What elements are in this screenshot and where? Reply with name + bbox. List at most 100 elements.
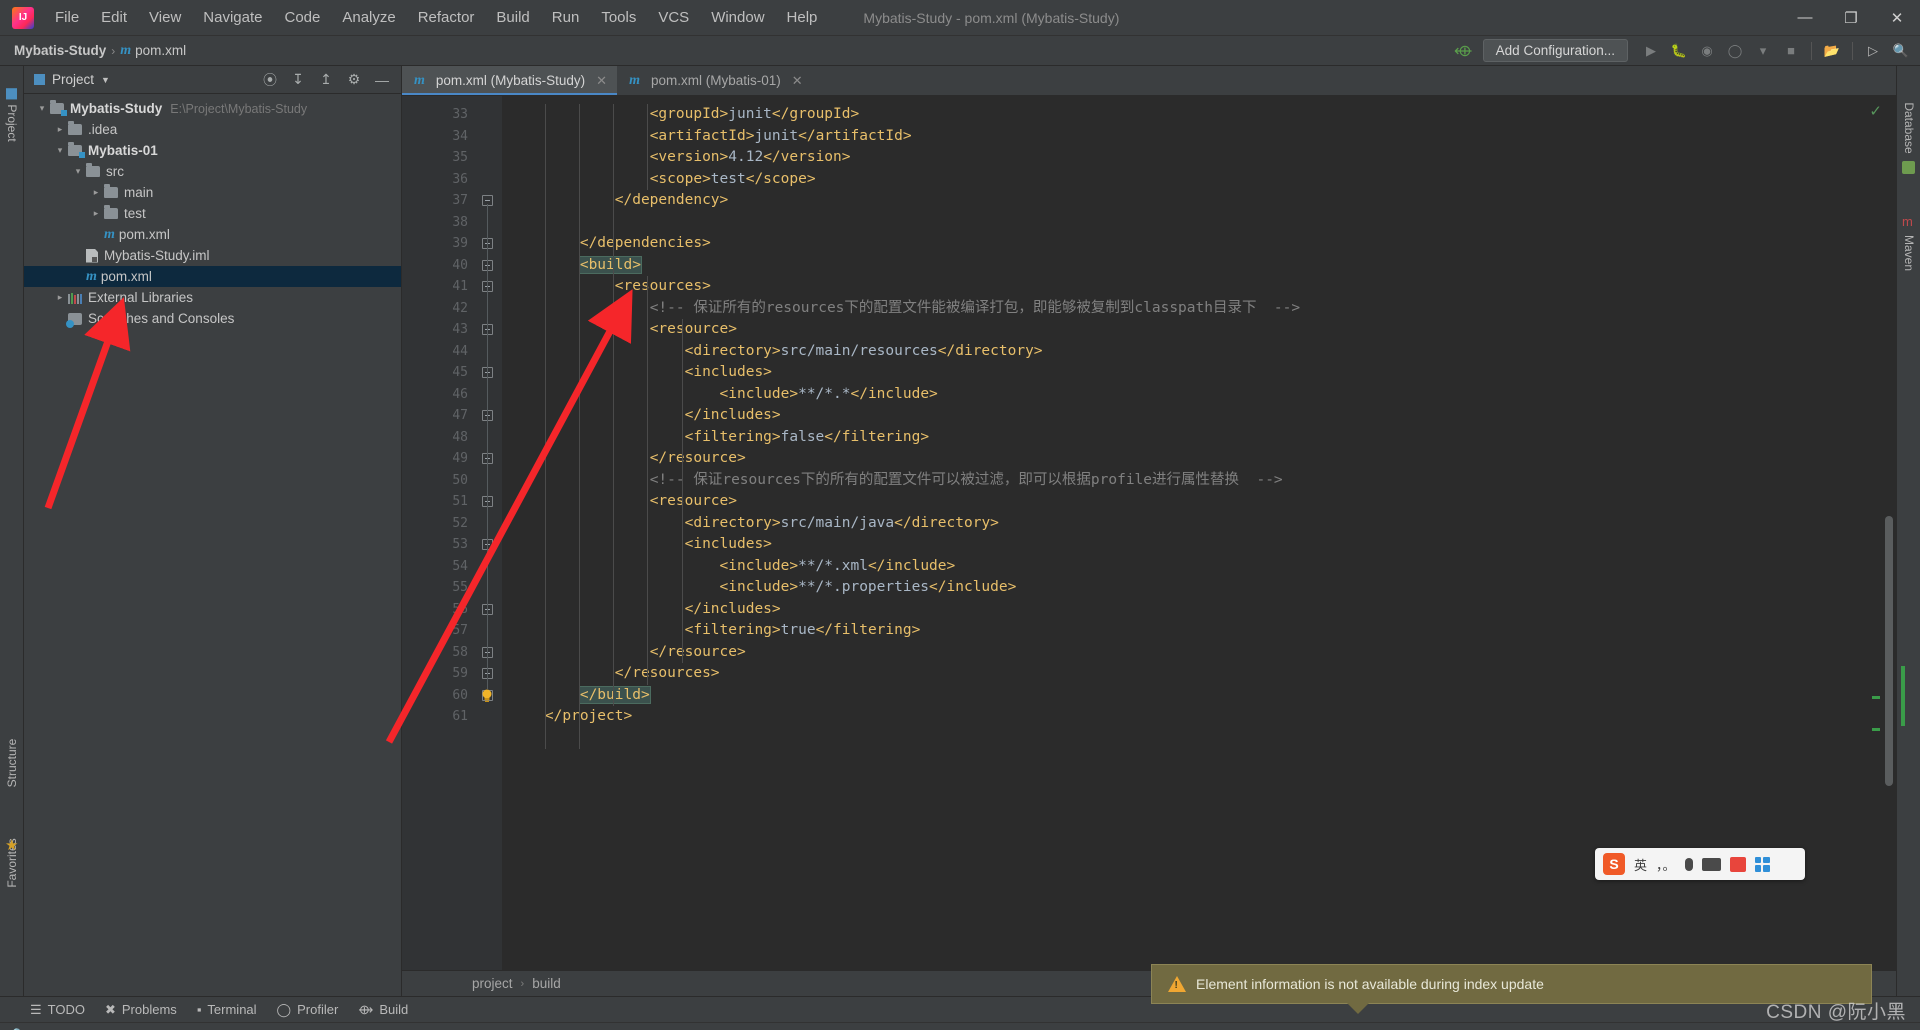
search-everywhere-icon[interactable]: 🔍: [1888, 39, 1914, 63]
breadcrumb-item-project[interactable]: project: [472, 976, 513, 991]
menu-file[interactable]: File: [44, 5, 90, 30]
line-number: 36: [452, 171, 468, 187]
editor-tab-1[interactable]: m pom.xml (Mybatis-01) ✕: [617, 66, 813, 95]
chevron-down-icon[interactable]: ▼: [101, 75, 110, 85]
navbar-actions: ⟴ Add Configuration... ▶ 🐛 ◉ ◯ ▾ ■ 📂 ▷ 🔍: [1446, 39, 1914, 63]
chevron-right-icon[interactable]: ▸: [88, 187, 104, 198]
menu-refactor[interactable]: Refactor: [407, 5, 486, 30]
error-stripe-marker[interactable]: [1872, 696, 1880, 699]
chevron-down-icon[interactable]: ▾: [1750, 39, 1776, 63]
menu-edit[interactable]: Edit: [90, 5, 138, 30]
editor-scrollbar[interactable]: [1872, 96, 1896, 970]
close-button[interactable]: ✕: [1874, 0, 1920, 36]
tree-node-label: Mybatis-Study.iml: [104, 248, 210, 263]
menu-build[interactable]: Build: [485, 5, 540, 30]
keyboard-icon[interactable]: [1701, 857, 1721, 871]
project-tree[interactable]: ▾ Mybatis-Study E:\Project\Mybatis-Study ▸.…: [24, 94, 401, 996]
tree-node-pom-xml[interactable]: m pom.xml: [24, 224, 401, 245]
tree-node-mybatis-study[interactable]: ▾ Mybatis-Study E:\Project\Mybatis-Study: [24, 98, 401, 119]
tree-node-external-libraries[interactable]: ▸ External Libraries: [24, 287, 401, 308]
tool-button-build[interactable]: ⟴ Build: [358, 1002, 408, 1018]
breadcrumb-project[interactable]: Mybatis-Study: [14, 43, 106, 58]
project-panel-title: Project: [52, 72, 95, 87]
menu-tools[interactable]: Tools: [590, 5, 647, 30]
tool-tab-database[interactable]: Database: [1902, 102, 1916, 153]
close-tab-icon[interactable]: ✕: [596, 73, 607, 89]
code-line: </dependency>: [614, 192, 729, 208]
editor-tab-0[interactable]: m pom.xml (Mybatis-Study) ✕: [402, 66, 618, 95]
tool-tab-project[interactable]: Project: [5, 88, 19, 142]
add-configuration-button[interactable]: Add Configuration...: [1482, 39, 1628, 62]
chevron-right-icon[interactable]: ▸: [52, 292, 68, 303]
tree-node-main[interactable]: ▸ main: [24, 182, 401, 203]
tool-button-profiler[interactable]: ◯ Profiler: [277, 1002, 339, 1018]
inspection-status-icon[interactable]: ✓: [1869, 102, 1882, 120]
project-structure-icon[interactable]: 📂: [1819, 39, 1845, 63]
code-line: </dependencies>: [579, 235, 711, 251]
debug-icon[interactable]: 🐛: [1666, 39, 1692, 63]
line-number: 59: [452, 666, 468, 681]
gift-icon[interactable]: [1729, 856, 1746, 872]
maximize-button[interactable]: ❐: [1828, 0, 1874, 36]
microphone-icon[interactable]: [1684, 857, 1693, 871]
error-stripe-marker[interactable]: [1872, 728, 1880, 731]
tree-node-pom-xml[interactable]: m pom.xml: [24, 266, 401, 287]
locate-icon[interactable]: ⦿: [257, 68, 283, 92]
tool-button-problems[interactable]: ✖ Problems: [105, 1002, 177, 1018]
chevron-down-icon[interactable]: ▾: [70, 166, 86, 177]
ime-language-label[interactable]: 英: [1634, 855, 1647, 874]
line-number: 52: [452, 515, 468, 531]
menu-run[interactable]: Run: [541, 5, 591, 30]
line-number: 60: [452, 687, 468, 703]
tool-button-terminal[interactable]: ▪ Terminal: [197, 1002, 257, 1017]
tool-tab-maven[interactable]: Maven: [1902, 235, 1916, 271]
tree-node-test[interactable]: ▸ test: [24, 203, 401, 224]
chevron-right-icon[interactable]: ▸: [88, 208, 104, 219]
minimize-button[interactable]: —: [1782, 0, 1828, 36]
hide-panel-icon[interactable]: —: [369, 68, 395, 92]
tree-node-scratches-and-consoles[interactable]: Scratches and Consoles: [24, 308, 401, 329]
profiler-icon: ◯: [276, 1001, 292, 1017]
menu-navigate[interactable]: Navigate: [192, 5, 273, 30]
scrollbar-thumb[interactable]: [1885, 516, 1893, 786]
breadcrumb-file[interactable]: m pom.xml: [120, 43, 186, 59]
tree-node-src[interactable]: ▾ src: [24, 161, 401, 182]
tree-node-mybatis-study-iml[interactable]: Mybatis-Study.iml: [24, 245, 401, 266]
settings-gear-icon[interactable]: ⚙: [341, 68, 367, 92]
menu-help[interactable]: Help: [776, 5, 829, 30]
tree-node-path: E:\Project\Mybatis-Study: [170, 101, 308, 116]
line-number: 58: [452, 644, 468, 660]
close-tab-icon[interactable]: ✕: [792, 73, 803, 89]
breadcrumb-item-build[interactable]: build: [532, 976, 561, 991]
ime-punctuation-label[interactable]: ，。: [1656, 855, 1676, 874]
tool-tab-structure[interactable]: Structure: [5, 739, 19, 788]
chevron-down-icon[interactable]: ▾: [52, 145, 68, 156]
menu-analyze[interactable]: Analyze: [331, 5, 406, 30]
run-coverage-icon[interactable]: ◉: [1694, 39, 1720, 63]
expand-all-icon[interactable]: ↧: [285, 68, 311, 92]
hammer-icon[interactable]: ⟴: [1446, 41, 1481, 61]
run-icon[interactable]: ▶: [1638, 39, 1664, 63]
tool-button-todo[interactable]: ☰ TODO: [30, 1002, 85, 1018]
intention-bulb-icon[interactable]: [479, 688, 495, 704]
apps-grid-icon[interactable]: [1754, 856, 1770, 872]
menu-vcs[interactable]: VCS: [647, 5, 700, 30]
tree-node-idea[interactable]: ▸ .idea: [24, 119, 401, 140]
menu-window[interactable]: Window: [700, 5, 775, 30]
terminal-icon[interactable]: ▷: [1860, 39, 1886, 63]
stop-icon[interactable]: ■: [1778, 39, 1804, 63]
tree-node-mybatis-01[interactable]: ▾ Mybatis-01: [24, 140, 401, 161]
code-content[interactable]: <groupId>junit</groupId> <artifactId>jun…: [502, 96, 1882, 970]
profile-icon[interactable]: ◯: [1722, 39, 1748, 63]
menu-code[interactable]: Code: [273, 5, 331, 30]
fold-gutter[interactable]: [476, 96, 502, 970]
code-line: <scope>test</scope>: [649, 170, 816, 187]
menu-view[interactable]: View: [138, 5, 192, 30]
sogou-logo-icon[interactable]: [1603, 853, 1625, 875]
chevron-down-icon[interactable]: ▾: [34, 103, 50, 114]
chevron-right-icon[interactable]: ▸: [52, 124, 68, 135]
line-number: 54: [452, 558, 468, 574]
code-editor[interactable]: 33 34 35 36 37 38 39 40 41 42 43 44 45 46 47 48 49 50 51 52…: [402, 96, 1896, 970]
window-title: Mybatis-Study - pom.xml (Mybatis-Study): [863, 9, 1120, 26]
collapse-all-icon[interactable]: ↥: [313, 68, 339, 92]
